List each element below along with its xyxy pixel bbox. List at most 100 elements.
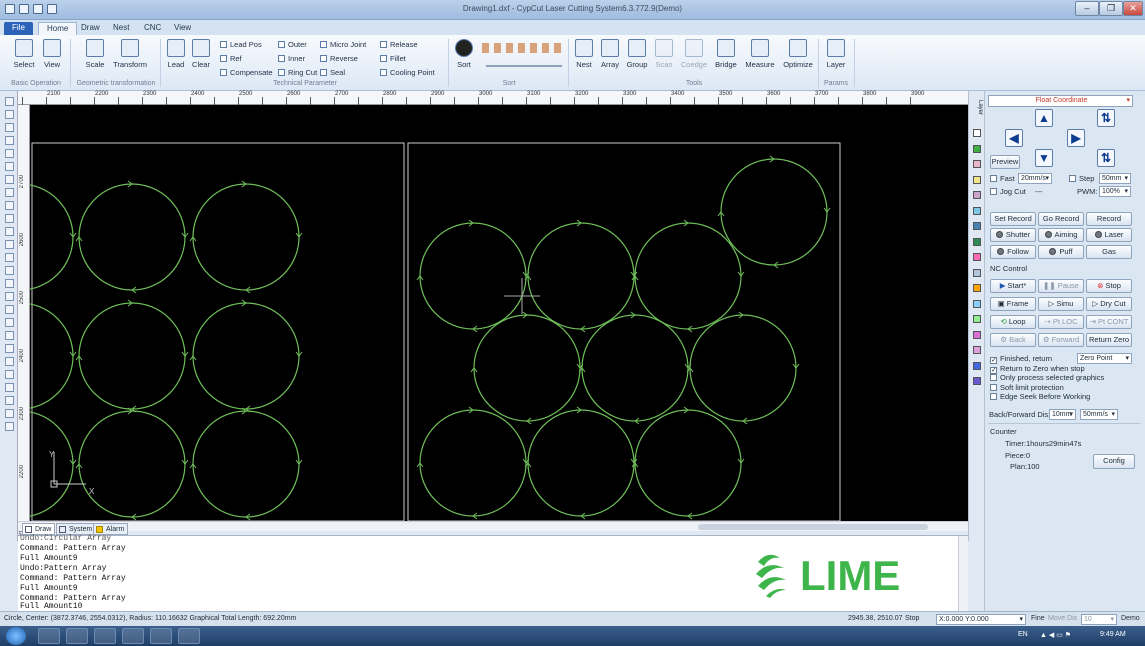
drawing-svg[interactable]: Y X [30, 105, 968, 521]
pwm-select[interactable]: 100% [1099, 186, 1131, 197]
layer-side-tab[interactable]: Layer [971, 93, 983, 123]
coedge-button[interactable]: Coedge [678, 39, 710, 69]
fast-speed-select[interactable]: 20mm/s [1018, 173, 1052, 184]
puff-button[interactable]: Puff [1038, 245, 1084, 259]
config-button[interactable]: Config [1093, 454, 1135, 469]
ref-button[interactable]: Ref [220, 54, 242, 63]
move-right-button[interactable]: ▶ [1067, 129, 1085, 147]
tab-nest[interactable]: Nest [105, 22, 137, 35]
move-up-button[interactable]: ▲ [1035, 109, 1053, 127]
only-selected-checkbox[interactable]: Only process selected graphics [990, 373, 1104, 382]
z-down-button[interactable]: ⇅ [1097, 149, 1115, 167]
console-scrollbar[interactable] [958, 536, 968, 612]
layer-color-swatch[interactable] [973, 144, 981, 153]
tab-draw[interactable]: Draw [73, 22, 108, 35]
seal-button[interactable]: Seal [320, 68, 345, 77]
circle-part[interactable] [581, 314, 689, 422]
forward-button[interactable]: ⚙ Forward [1038, 333, 1084, 347]
language-indicator[interactable]: EN [1018, 631, 1028, 638]
scroll-thumb[interactable] [698, 524, 928, 530]
view-button[interactable]: View [38, 39, 66, 69]
draw-tool-icon[interactable] [5, 175, 14, 184]
circle-part[interactable] [419, 222, 527, 330]
bf-distance-select[interactable]: 10mm [1049, 409, 1076, 420]
start-orb-icon[interactable] [6, 627, 26, 645]
set-record-button[interactable]: Set Record [990, 212, 1036, 226]
compensate-button[interactable]: Compensate [220, 68, 273, 77]
layer-color-swatch[interactable] [973, 253, 981, 261]
circle-part[interactable] [527, 409, 635, 517]
layer-color-swatch[interactable] [973, 346, 981, 354]
edge-seek-checkbox[interactable]: Edge Seek Before Working [990, 392, 1090, 401]
draw-tool-icon[interactable] [5, 396, 14, 405]
dry-cut-button[interactable]: ▷ Dry Cut [1086, 297, 1132, 311]
group-button[interactable]: Group [624, 39, 650, 69]
lead-pos-button[interactable]: Lead Pos [220, 40, 262, 49]
draw-tool-icon[interactable] [5, 344, 14, 353]
layer-color-swatch[interactable] [973, 315, 981, 323]
sort-button[interactable]: Sort [452, 39, 476, 69]
layer-color-swatch[interactable] [973, 361, 981, 370]
draw-tool-icon[interactable] [5, 266, 14, 275]
app-taskbar-icon[interactable] [94, 628, 116, 644]
jog-cut-checkbox[interactable]: Jog Cut [990, 187, 1026, 196]
circle-part[interactable] [30, 411, 74, 517]
clear-button[interactable]: Clear [189, 39, 213, 69]
scan-button[interactable]: Scan [652, 39, 676, 69]
draw-tool-icon[interactable] [5, 292, 14, 301]
draw-tool-icon[interactable] [5, 214, 14, 223]
circle-part[interactable] [689, 314, 797, 422]
frame-button[interactable]: ▣ Frame [990, 297, 1036, 311]
draw-tool-icon[interactable] [5, 201, 14, 210]
outer-button[interactable]: Outer [278, 40, 307, 49]
circle-part[interactable] [720, 158, 828, 266]
minimize-button[interactable]: ‒ [1075, 1, 1099, 16]
sort-order-buttons[interactable] [482, 43, 562, 53]
coordinate-select[interactable]: Float Coordinate [988, 95, 1133, 107]
layer-color-swatch[interactable] [973, 160, 981, 168]
circle-part[interactable] [634, 409, 742, 517]
fillet-button[interactable]: Fillet [380, 54, 406, 63]
step-checkbox[interactable]: Step [1069, 174, 1094, 183]
circle-part[interactable] [78, 410, 186, 518]
start-button[interactable]: ▶ Start* [990, 279, 1036, 293]
clock[interactable]: 9:49 AM [1100, 631, 1126, 638]
circle-part[interactable] [419, 409, 527, 517]
lead-button[interactable]: Lead [164, 39, 188, 69]
return-zero-button[interactable]: Return Zero [1086, 333, 1132, 347]
layer-color-swatch[interactable] [973, 129, 981, 137]
zero-point-select[interactable]: Zero Point [1077, 353, 1132, 364]
draw-tool-icon[interactable] [5, 422, 14, 431]
app2-taskbar-icon[interactable] [150, 628, 172, 644]
draw-tool-icon[interactable] [5, 227, 14, 236]
z-up-button[interactable]: ⇅ [1097, 109, 1115, 127]
reverse-button[interactable]: Reverse [320, 54, 358, 63]
circle-part[interactable] [527, 222, 635, 330]
layer-button[interactable]: Layer [822, 39, 850, 69]
layer-color-swatch[interactable] [973, 222, 981, 230]
simu-button[interactable]: ▷ Simu [1038, 297, 1084, 311]
draw-tool-icon[interactable] [5, 305, 14, 314]
shutter-button[interactable]: Shutter [990, 228, 1036, 242]
circle-part[interactable] [30, 303, 74, 409]
stop-button[interactable]: ⊗ Stop [1086, 279, 1132, 293]
finished-return-checkbox[interactable]: ✓ Finished, return [990, 354, 1052, 364]
restore-button[interactable]: ❐ [1099, 1, 1123, 16]
drawing-canvas[interactable]: Y X [30, 105, 968, 521]
draw-tool-icon[interactable] [5, 136, 14, 145]
app3-taskbar-icon[interactable] [178, 628, 200, 644]
draw-tool-icon[interactable] [5, 149, 14, 158]
draw-tool-icon[interactable] [5, 110, 14, 119]
open-file-icon[interactable] [33, 4, 43, 14]
circle-part[interactable] [78, 183, 186, 291]
aiming-button[interactable]: Aiming [1038, 228, 1084, 242]
circle-part[interactable] [192, 410, 300, 518]
go-record-button[interactable]: Go Record [1038, 212, 1084, 226]
fast-checkbox[interactable]: Fast [990, 174, 1015, 183]
layer-color-swatch[interactable] [973, 284, 981, 292]
tray-icons[interactable]: ▲ ◀ ▭ ⚑ [1040, 631, 1071, 639]
draw-tool-icon[interactable] [5, 253, 14, 262]
close-button[interactable]: ✕ [1123, 1, 1143, 16]
select-button[interactable]: Select [8, 39, 40, 69]
step-select[interactable]: 50mm [1099, 173, 1131, 184]
